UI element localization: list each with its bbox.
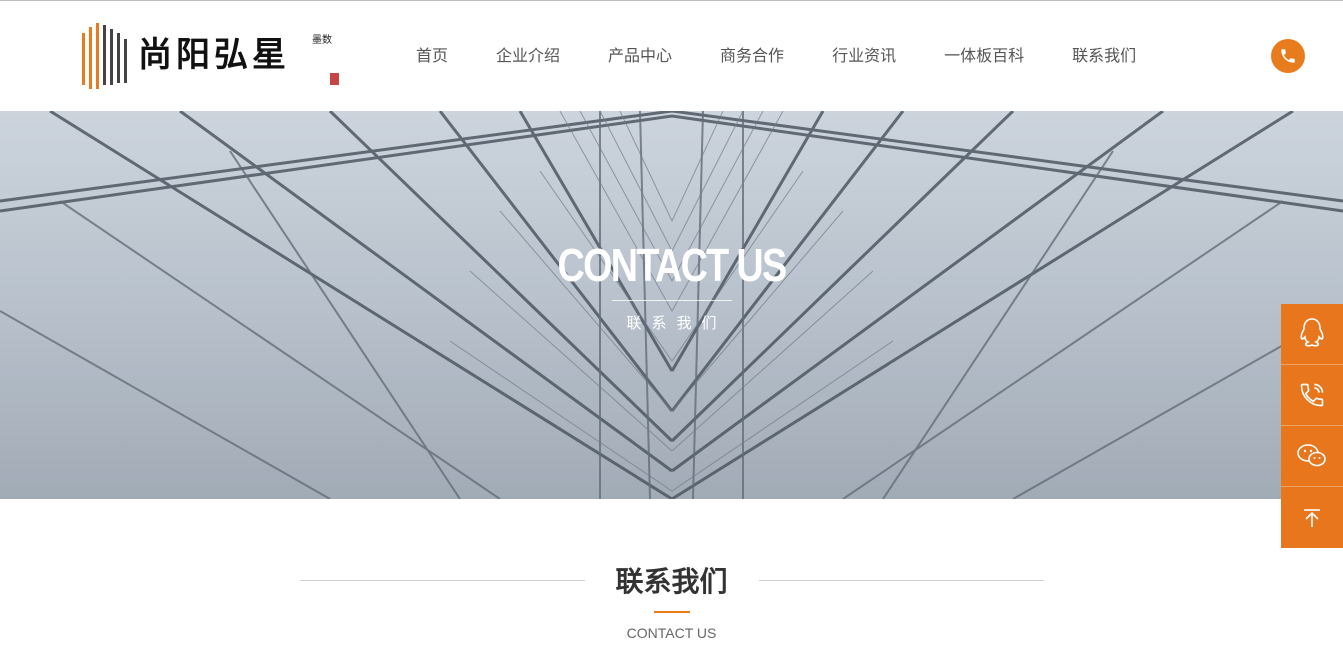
banner-title: CONTACT US	[557, 239, 787, 291]
qq-icon	[1300, 318, 1324, 347]
nav-item-home[interactable]: 首页	[392, 1, 472, 111]
nav-item-cooperation[interactable]: 商务合作	[696, 1, 808, 111]
logo-mark-icon	[82, 23, 127, 89]
nav-item-about[interactable]: 企业介绍	[472, 1, 584, 111]
nav-item-products[interactable]: 产品中心	[584, 1, 696, 111]
main-nav: 首页 企业介绍 产品中心 商务合作 行业资讯 一体板百科 联系我们	[392, 1, 1160, 111]
float-qq-button[interactable]	[1281, 304, 1343, 365]
back-to-top-icon	[1304, 508, 1320, 527]
section-subtitle: CONTACT US	[626, 625, 717, 641]
float-phone-button[interactable]	[1281, 365, 1343, 426]
wechat-icon	[1297, 444, 1326, 467]
site-header: 尚阳弘星 墨数 首页 企业介绍 产品中心 商务合作 行业资讯 一体板百科 联系我…	[0, 1, 1343, 111]
nav-item-encyclopedia[interactable]: 一体板百科	[920, 1, 1048, 111]
banner-subtitle: 联系我们	[626, 314, 727, 332]
logo-seal	[330, 73, 339, 85]
logo-sub-text: 墨数	[312, 35, 332, 46]
section-accent-bar	[654, 611, 690, 613]
phone-icon	[1300, 383, 1324, 407]
logo-text: 尚阳弘星	[138, 35, 290, 75]
float-back-to-top-button[interactable]	[1281, 487, 1343, 548]
section-title: 联系我们	[615, 565, 728, 598]
glass-building-background	[0, 111, 1343, 499]
header-phone-button[interactable]	[1271, 39, 1305, 73]
nav-item-news[interactable]: 行业资讯	[808, 1, 920, 111]
float-wechat-button[interactable]	[1281, 426, 1343, 487]
phone-icon	[1281, 49, 1295, 63]
page-banner: CONTACT US 联系我们	[0, 111, 1343, 499]
site-logo[interactable]: 尚阳弘星 墨数	[80, 21, 342, 91]
side-float-bar	[1281, 304, 1343, 548]
banner-divider	[612, 300, 732, 301]
nav-item-contact[interactable]: 联系我们	[1048, 1, 1160, 111]
